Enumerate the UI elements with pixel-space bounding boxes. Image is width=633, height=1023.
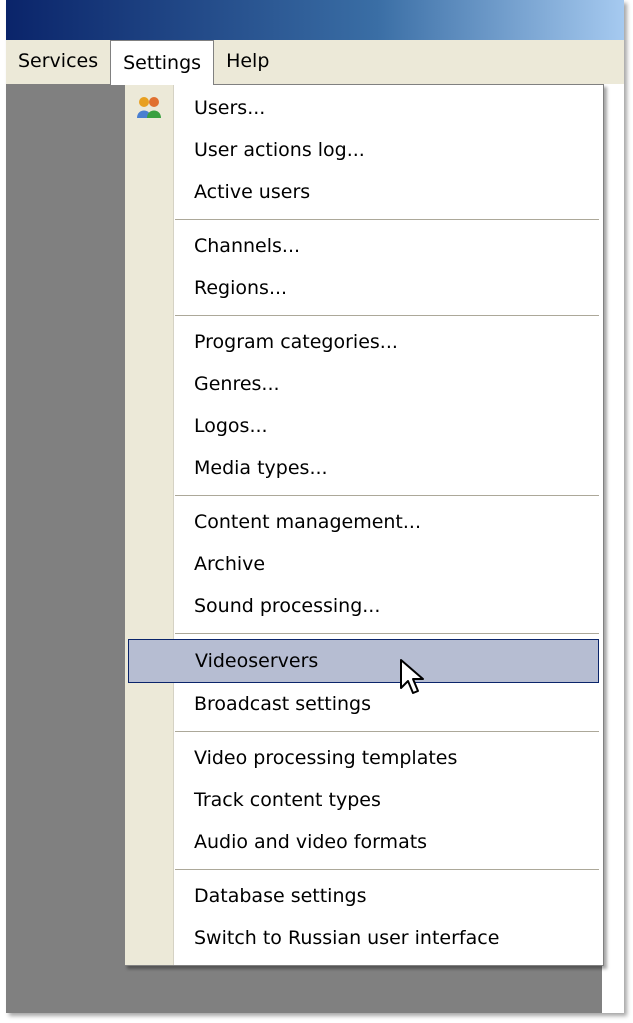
menu-item-label: Content management... bbox=[194, 511, 421, 533]
menu-item-logos[interactable]: Logos... bbox=[125, 405, 603, 447]
menu-item-program-categories[interactable]: Program categories... bbox=[125, 321, 603, 363]
menu-separator bbox=[125, 213, 603, 225]
menu-item-video-processing-templates[interactable]: Video processing templates bbox=[125, 737, 603, 779]
menu-settings[interactable]: Settings bbox=[110, 40, 215, 85]
menu-item-media-types[interactable]: Media types... bbox=[125, 447, 603, 489]
menu-item-label: Video processing templates bbox=[194, 747, 458, 769]
menu-item-switch-language[interactable]: Switch to Russian user interface bbox=[125, 917, 603, 959]
menu-item-active-users[interactable]: Active users bbox=[125, 171, 603, 213]
menu-item-label: Genres... bbox=[194, 373, 280, 395]
menu-separator bbox=[125, 489, 603, 501]
menu-item-label: Audio and video formats bbox=[194, 831, 428, 853]
right-pane bbox=[602, 84, 624, 1013]
mouse-pointer-icon bbox=[399, 658, 429, 698]
menu-item-label: Active users bbox=[194, 181, 311, 203]
menu-separator bbox=[125, 725, 603, 737]
menu-item-content-management[interactable]: Content management... bbox=[125, 501, 603, 543]
menu-item-label: Switch to Russian user interface bbox=[194, 927, 500, 949]
menu-item-broadcast-settings[interactable]: Broadcast settings bbox=[125, 683, 603, 725]
menu-item-label: Sound processing... bbox=[194, 595, 381, 617]
menu-item-label: Archive bbox=[194, 553, 266, 575]
menu-item-label: Logos... bbox=[194, 415, 268, 437]
menu-help[interactable]: Help bbox=[214, 40, 281, 82]
menu-item-videoservers[interactable]: Videoservers bbox=[128, 639, 599, 694]
menu-item-user-actions-log[interactable]: User actions log... bbox=[125, 129, 603, 171]
menu-item-label: Channels... bbox=[194, 235, 301, 257]
menu-item-genres[interactable]: Genres... bbox=[125, 363, 603, 405]
menu-item-label: User actions log... bbox=[194, 139, 365, 161]
menu-item-users[interactable]: Users... bbox=[125, 87, 603, 129]
menu-item-label: Broadcast settings bbox=[194, 693, 372, 715]
menu-item-regions[interactable]: Regions... bbox=[125, 267, 603, 309]
menu-separator bbox=[125, 309, 603, 321]
menu-item-sound-processing[interactable]: Sound processing... bbox=[125, 585, 603, 627]
application-window: Services Settings Help Users... User act… bbox=[6, 0, 624, 1013]
menu-item-label: Database settings bbox=[194, 885, 367, 907]
menu-item-label: Users... bbox=[194, 97, 266, 119]
menu-item-label: Regions... bbox=[194, 277, 288, 299]
menu-item-label: Program categories... bbox=[194, 331, 398, 353]
menu-item-label: Videoservers bbox=[195, 650, 319, 672]
menu-bar: Services Settings Help bbox=[6, 40, 624, 85]
settings-dropdown-menu: Users... User actions log... Active user… bbox=[124, 84, 604, 966]
menu-item-track-content-types[interactable]: Track content types bbox=[125, 779, 603, 821]
menu-item-database-settings[interactable]: Database settings bbox=[125, 875, 603, 917]
menu-item-channels[interactable]: Channels... bbox=[125, 225, 603, 267]
title-bar bbox=[6, 0, 624, 40]
users-icon bbox=[135, 94, 163, 122]
menu-separator bbox=[125, 627, 603, 639]
menu-item-label: Media types... bbox=[194, 457, 328, 479]
menu-separator bbox=[125, 863, 603, 875]
menu-item-label: Track content types bbox=[194, 789, 381, 811]
menu-services[interactable]: Services bbox=[6, 40, 110, 82]
menu-item-audio-video-formats[interactable]: Audio and video formats bbox=[125, 821, 603, 863]
menu-item-archive[interactable]: Archive bbox=[125, 543, 603, 585]
